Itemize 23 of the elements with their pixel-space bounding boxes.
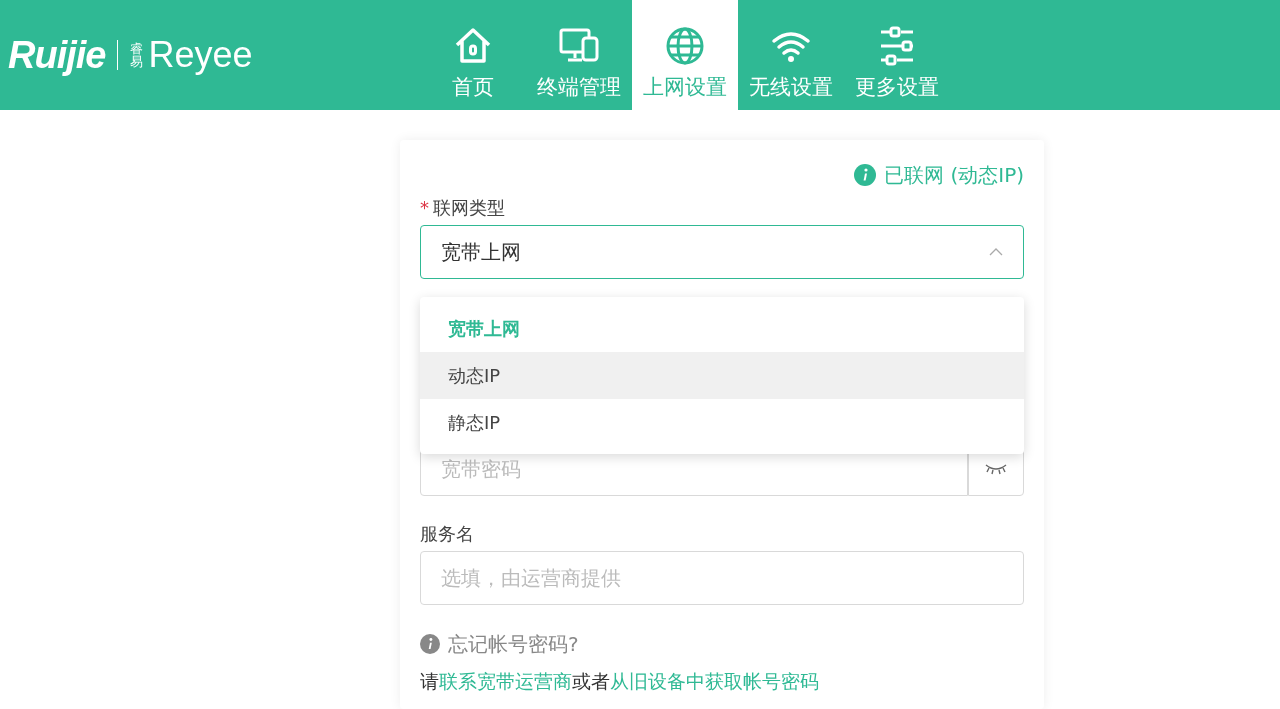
logo-mark: 睿易 [130, 42, 145, 68]
required-asterisk: * [420, 197, 429, 218]
help-link[interactable]: 从旧设备中获取帐号密码 [610, 670, 819, 692]
dropdown-group-item[interactable]: 宽带上网 [420, 305, 1024, 352]
connection-type-select[interactable]: 宽带上网 [420, 225, 1024, 279]
sub-brand-logo: Reyee [148, 37, 253, 73]
dropdown-option[interactable]: 动态IP [420, 352, 1024, 399]
closed-eye-icon[interactable] [984, 462, 1008, 476]
info-icon [854, 164, 877, 186]
nav-tab[interactable]: 更多设置 [844, 0, 950, 110]
nav-tab[interactable]: 上网设置 [632, 0, 738, 110]
nav-tab[interactable]: 终端管理 [526, 0, 632, 110]
nav-tab[interactable]: 首页 [420, 0, 526, 110]
help-title: 忘记帐号密码? [448, 631, 579, 658]
nav-tab[interactable]: 无线设置 [738, 0, 844, 110]
service-name-field[interactable]: 选填，由运营商提供 [420, 551, 1024, 605]
info-icon [420, 634, 440, 654]
help-link[interactable]: 联系宽带运营商 [439, 670, 572, 692]
field-label: 服务名 [420, 522, 475, 546]
brand-logo: Ruijie [8, 36, 106, 74]
connection-status: 已联网 (动态IP) [884, 162, 1024, 189]
help-sentence: 请联系宽带运营商或者从旧设备中获取帐号密码 [420, 670, 819, 692]
field-label: 联网类型 [433, 197, 505, 218]
